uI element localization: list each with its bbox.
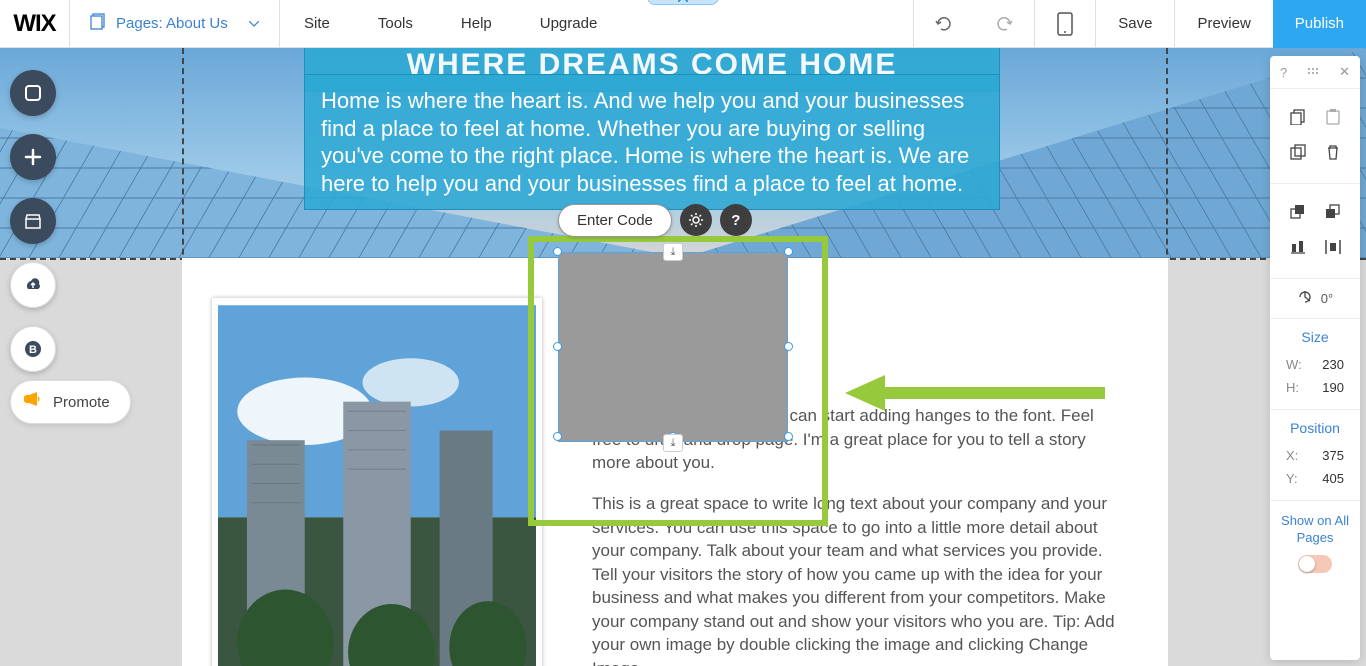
resize-handle[interactable] <box>784 432 793 441</box>
svg-text:B: B <box>29 344 37 356</box>
x-label: X: <box>1286 448 1298 463</box>
editor-canvas[interactable]: WHERE DREAMS COME HOME Home is where the… <box>0 48 1366 666</box>
y-value[interactable]: 405 <box>1322 471 1344 486</box>
top-drawer-handle[interactable] <box>647 0 719 5</box>
uploads-button[interactable] <box>10 262 56 308</box>
width-value[interactable]: 230 <box>1322 357 1344 372</box>
resize-handle[interactable] <box>553 432 562 441</box>
promote-label: Promote <box>53 394 110 411</box>
menu-help[interactable]: Help <box>437 0 516 48</box>
main-menu: Site Tools Help Upgrade <box>280 0 621 48</box>
stretch-bottom-icon[interactable]: ⤓ <box>663 434 683 452</box>
bring-forward-icon[interactable] <box>1290 204 1306 223</box>
panel-help-icon[interactable]: ? <box>1280 65 1287 80</box>
paste-icon[interactable] <box>1325 109 1341 128</box>
size-heading: Size <box>1284 329 1346 345</box>
menu-site[interactable]: Site <box>280 0 354 48</box>
mobile-preview-button[interactable] <box>1035 0 1095 48</box>
resize-handle[interactable] <box>553 342 562 351</box>
selection-toolbar: Enter Code ? <box>558 204 752 237</box>
copy-icon[interactable] <box>1290 109 1306 128</box>
width-label: W: <box>1286 357 1302 372</box>
height-value[interactable]: 190 <box>1322 380 1344 395</box>
properties-panel: ? ✕ 0° Size W:230 H:190 Position X:3 <box>1270 56 1360 660</box>
stretch-top-icon[interactable]: ⤓ <box>663 243 683 261</box>
y-label: Y: <box>1286 471 1298 486</box>
close-icon[interactable]: ✕ <box>1339 64 1350 80</box>
app-market-button[interactable] <box>10 198 56 244</box>
gear-icon <box>688 212 704 228</box>
position-heading: Position <box>1284 420 1346 436</box>
menu-tools[interactable]: Tools <box>354 0 437 48</box>
question-icon: ? <box>731 212 740 229</box>
chevron-down-icon <box>249 21 259 27</box>
rotate-icon[interactable] <box>1297 289 1313 308</box>
drag-handle-icon[interactable] <box>1307 65 1319 80</box>
resize-handle[interactable] <box>784 342 793 351</box>
height-label: H: <box>1286 380 1299 395</box>
megaphone-icon <box>21 389 43 415</box>
x-value[interactable]: 375 <box>1322 448 1344 463</box>
left-toolbar: B <box>10 70 56 372</box>
delete-icon[interactable] <box>1325 144 1341 163</box>
show-all-pages-label: Show on All Pages <box>1278 513 1352 547</box>
settings-button[interactable] <box>680 204 712 236</box>
resize-handle[interactable] <box>784 247 793 256</box>
pages-dropdown[interactable]: Pages: About Us <box>70 0 280 48</box>
pages-icon <box>90 13 108 35</box>
section-tool-button[interactable] <box>10 70 56 116</box>
redo-button[interactable] <box>974 0 1034 48</box>
wix-logo[interactable]: WIX <box>0 0 70 48</box>
menu-upgrade[interactable]: Upgrade <box>516 0 622 48</box>
content-paragraph-2: This is a great space to write long text… <box>592 492 1122 666</box>
pages-label: Pages: About Us <box>116 15 241 32</box>
show-all-pages-toggle[interactable] <box>1298 555 1332 573</box>
align-icon[interactable] <box>1290 239 1306 258</box>
undo-button[interactable] <box>914 0 974 48</box>
send-backward-icon[interactable] <box>1325 204 1341 223</box>
help-button[interactable]: ? <box>720 204 752 236</box>
selected-embed-element[interactable]: ⤓ ⤓ <box>558 252 788 498</box>
resize-handle[interactable] <box>553 247 562 256</box>
top-bar: WIX Pages: About Us Site Tools Help Upgr… <box>0 0 1366 48</box>
rotation-value: 0° <box>1321 291 1333 306</box>
bookings-button[interactable]: B <box>10 326 56 372</box>
save-button[interactable]: Save <box>1096 0 1174 48</box>
add-element-button[interactable] <box>10 134 56 180</box>
content-image[interactable] <box>212 298 542 666</box>
embed-placeholder[interactable] <box>558 252 788 442</box>
distribute-icon[interactable] <box>1325 239 1341 258</box>
publish-button[interactable]: Publish <box>1273 0 1366 48</box>
enter-code-button[interactable]: Enter Code <box>558 204 672 237</box>
preview-button[interactable]: Preview <box>1175 0 1272 48</box>
promote-button[interactable]: Promote <box>10 380 131 424</box>
duplicate-icon[interactable] <box>1290 144 1306 163</box>
